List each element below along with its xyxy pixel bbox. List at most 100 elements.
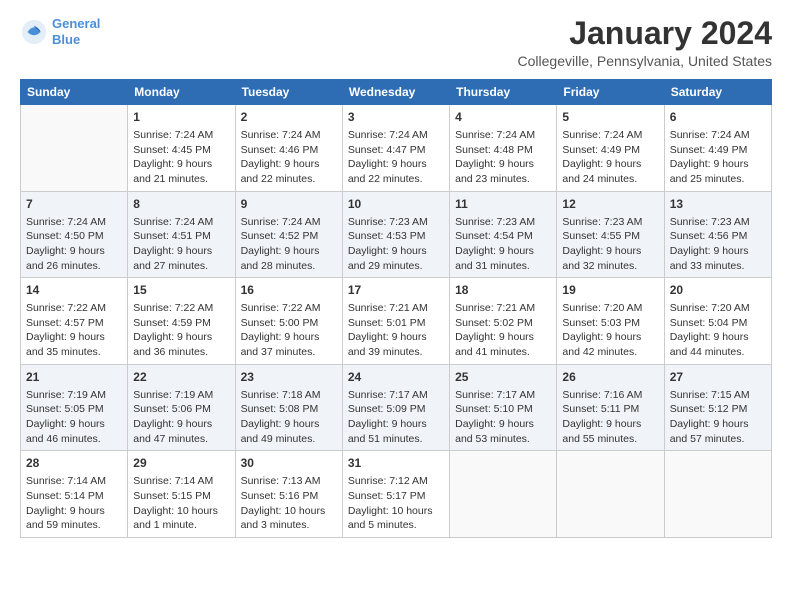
day-number: 7 [26,196,122,213]
cell-text: Sunrise: 7:24 AM [562,128,658,143]
week-row-4: 21Sunrise: 7:19 AMSunset: 5:05 PMDayligh… [21,364,772,451]
cell-text: Sunrise: 7:24 AM [670,128,766,143]
calendar-cell: 2Sunrise: 7:24 AMSunset: 4:46 PMDaylight… [235,105,342,192]
cell-text: Daylight: 9 hours [241,417,337,432]
day-number: 30 [241,455,337,472]
calendar-cell: 30Sunrise: 7:13 AMSunset: 5:16 PMDayligh… [235,451,342,538]
cell-text: Sunrise: 7:19 AM [26,388,122,403]
cell-text: Daylight: 9 hours [348,244,444,259]
title-block: January 2024 Collegeville, Pennsylvania,… [518,16,772,69]
calendar-cell [450,451,557,538]
cell-text: Sunset: 5:02 PM [455,316,551,331]
calendar-cell: 7Sunrise: 7:24 AMSunset: 4:50 PMDaylight… [21,191,128,278]
cell-text: Daylight: 10 hours [133,504,229,519]
day-number: 26 [562,369,658,386]
cell-text: Sunrise: 7:21 AM [348,301,444,316]
calendar-cell: 25Sunrise: 7:17 AMSunset: 5:10 PMDayligh… [450,364,557,451]
cell-text: Sunset: 4:47 PM [348,143,444,158]
day-number: 15 [133,282,229,299]
cell-text: Daylight: 9 hours [241,244,337,259]
cell-text: Sunrise: 7:13 AM [241,474,337,489]
cell-text: Daylight: 9 hours [455,417,551,432]
day-number: 10 [348,196,444,213]
cell-text: and 51 minutes. [348,432,444,447]
cell-text: Daylight: 9 hours [455,244,551,259]
cell-text: Daylight: 9 hours [26,504,122,519]
cell-text: and 1 minute. [133,518,229,533]
cell-text: Sunrise: 7:16 AM [562,388,658,403]
cell-text: Sunrise: 7:18 AM [241,388,337,403]
cell-text: Daylight: 9 hours [670,417,766,432]
calendar-cell: 27Sunrise: 7:15 AMSunset: 5:12 PMDayligh… [664,364,771,451]
cell-text: Sunrise: 7:24 AM [455,128,551,143]
day-number: 19 [562,282,658,299]
cell-text: and 55 minutes. [562,432,658,447]
col-header-monday: Monday [128,80,235,105]
cell-text: and 28 minutes. [241,259,337,274]
logo-text: General Blue [52,16,100,47]
cell-text: and 59 minutes. [26,518,122,533]
cell-text: and 21 minutes. [133,172,229,187]
cell-text: Sunset: 5:09 PM [348,402,444,417]
cell-text: and 29 minutes. [348,259,444,274]
cell-text: Sunset: 4:49 PM [562,143,658,158]
cell-text: Daylight: 9 hours [562,330,658,345]
col-header-tuesday: Tuesday [235,80,342,105]
cell-text: Daylight: 9 hours [241,330,337,345]
day-number: 17 [348,282,444,299]
cell-text: Sunrise: 7:14 AM [26,474,122,489]
day-number: 16 [241,282,337,299]
day-number: 24 [348,369,444,386]
calendar-cell: 14Sunrise: 7:22 AMSunset: 4:57 PMDayligh… [21,278,128,365]
cell-text: Sunrise: 7:24 AM [133,215,229,230]
cell-text: and 22 minutes. [348,172,444,187]
cell-text: Sunrise: 7:22 AM [241,301,337,316]
cell-text: Sunrise: 7:12 AM [348,474,444,489]
cell-text: and 24 minutes. [562,172,658,187]
cell-text: Daylight: 10 hours [348,504,444,519]
calendar-header: SundayMondayTuesdayWednesdayThursdayFrid… [21,80,772,105]
col-header-friday: Friday [557,80,664,105]
cell-text: Daylight: 9 hours [348,330,444,345]
cell-text: Daylight: 9 hours [562,244,658,259]
cell-text: Sunset: 5:08 PM [241,402,337,417]
cell-text: Sunrise: 7:24 AM [26,215,122,230]
day-number: 23 [241,369,337,386]
cell-text: and 57 minutes. [670,432,766,447]
calendar-cell: 8Sunrise: 7:24 AMSunset: 4:51 PMDaylight… [128,191,235,278]
cell-text: and 25 minutes. [670,172,766,187]
cell-text: Sunrise: 7:22 AM [133,301,229,316]
cell-text: Sunset: 5:16 PM [241,489,337,504]
cell-text: and 31 minutes. [455,259,551,274]
cell-text: Sunrise: 7:23 AM [348,215,444,230]
cell-text: and 39 minutes. [348,345,444,360]
cell-text: Daylight: 9 hours [348,417,444,432]
day-number: 25 [455,369,551,386]
cell-text: Daylight: 9 hours [133,157,229,172]
cell-text: Sunrise: 7:24 AM [241,215,337,230]
cell-text: Sunset: 4:48 PM [455,143,551,158]
day-number: 20 [670,282,766,299]
day-number: 13 [670,196,766,213]
calendar-cell: 24Sunrise: 7:17 AMSunset: 5:09 PMDayligh… [342,364,449,451]
week-row-2: 7Sunrise: 7:24 AMSunset: 4:50 PMDaylight… [21,191,772,278]
cell-text: and 3 minutes. [241,518,337,533]
col-header-sunday: Sunday [21,80,128,105]
cell-text: and 47 minutes. [133,432,229,447]
cell-text: Sunset: 5:11 PM [562,402,658,417]
cell-text: Sunset: 5:10 PM [455,402,551,417]
cell-text: and 36 minutes. [133,345,229,360]
cell-text: Daylight: 9 hours [455,330,551,345]
calendar-cell: 5Sunrise: 7:24 AMSunset: 4:49 PMDaylight… [557,105,664,192]
cell-text: Daylight: 9 hours [133,330,229,345]
page: General Blue January 2024 Collegeville, … [0,0,792,612]
cell-text: and 42 minutes. [562,345,658,360]
subtitle: Collegeville, Pennsylvania, United State… [518,53,772,69]
calendar-cell: 3Sunrise: 7:24 AMSunset: 4:47 PMDaylight… [342,105,449,192]
col-header-wednesday: Wednesday [342,80,449,105]
cell-text: Sunset: 5:00 PM [241,316,337,331]
cell-text: Sunrise: 7:20 AM [562,301,658,316]
cell-text: Daylight: 9 hours [241,157,337,172]
week-row-3: 14Sunrise: 7:22 AMSunset: 4:57 PMDayligh… [21,278,772,365]
cell-text: Daylight: 9 hours [26,417,122,432]
